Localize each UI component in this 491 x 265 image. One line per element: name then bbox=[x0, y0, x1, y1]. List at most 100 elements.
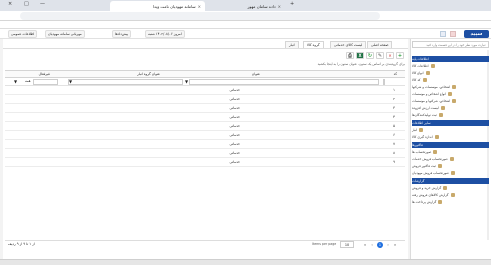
cell-title: خدماتی bbox=[229, 133, 241, 137]
chip-label: اطلاعات عمومی bbox=[11, 32, 35, 36]
table-row[interactable]: ۴ خدماتی bbox=[5, 113, 405, 122]
folder-icon bbox=[452, 99, 457, 103]
browser-tab-active[interactable]: × سامانه مهودیان نامت ویدا bbox=[110, 1, 205, 11]
tab-goods-group[interactable]: گروه کالا bbox=[303, 41, 324, 48]
sidebar-item[interactable]: اشخاص، شرکتها و موسسات bbox=[412, 98, 489, 104]
column-header-code[interactable]: کد bbox=[394, 71, 397, 77]
table-row[interactable]: ۳ خدماتی bbox=[5, 104, 405, 113]
folder-icon bbox=[438, 113, 443, 117]
current-page[interactable]: 1 bbox=[377, 242, 383, 248]
sidebar-item[interactable]: انواع اشخاص و موسسات bbox=[412, 91, 489, 97]
table-row[interactable]: ۸ خدماتی bbox=[5, 149, 405, 158]
last-page-button[interactable]: » bbox=[392, 242, 398, 248]
prev-page-button[interactable]: ‹ bbox=[369, 242, 375, 248]
sidebar-section-other[interactable]: سایر اطلاعات bbox=[412, 120, 489, 126]
sidebar-item[interactable]: ثبت تولیدکنندگان‌ها bbox=[412, 112, 489, 118]
sidebar-item[interactable]: گزارش کالاهای فروش رفته bbox=[412, 192, 489, 198]
prefill-button[interactable]: پیش‌دادها bbox=[112, 30, 132, 38]
filter-group-input[interactable] bbox=[68, 79, 183, 85]
pager-summary: از ۱ تا ۹ از ۹ ردیف bbox=[8, 242, 35, 246]
minimize-button[interactable]: — bbox=[40, 1, 45, 7]
cell-title: خدماتی bbox=[229, 115, 241, 119]
sidebar-item[interactable]: لیست ارزش افزوده bbox=[412, 105, 489, 111]
bookmark-icon[interactable] bbox=[450, 31, 456, 37]
excel-export-button[interactable]: X bbox=[356, 52, 364, 59]
sidebar-section-base[interactable]: اطلاعات پایه bbox=[412, 56, 489, 62]
sidebar-item[interactable]: صورتحساب فروش مهودیان bbox=[412, 170, 489, 176]
close-window-button[interactable]: × bbox=[8, 1, 12, 7]
add-button[interactable]: + bbox=[396, 52, 404, 59]
first-page-button[interactable]: « bbox=[362, 242, 368, 248]
table-row[interactable]: ۱ خدماتی bbox=[5, 86, 405, 95]
close-icon[interactable]: × bbox=[198, 4, 201, 9]
tab-warehouse[interactable]: انبار bbox=[285, 41, 299, 48]
table-row[interactable]: ۵ خدماتی bbox=[5, 122, 405, 131]
table-row[interactable]: ۲ خدماتی bbox=[5, 95, 405, 104]
sidebar-item[interactable]: اندازه گیری کالا bbox=[412, 134, 489, 140]
next-page-button[interactable]: › bbox=[385, 242, 391, 248]
app-logo: سپید bbox=[464, 30, 489, 38]
sidebar-item[interactable]: صورتحساب ها bbox=[412, 149, 489, 155]
sidebar-item[interactable]: کد کالا bbox=[412, 77, 489, 83]
filter-code[interactable] bbox=[383, 79, 385, 85]
cell-title: خدماتی bbox=[229, 88, 241, 92]
filter-inactive-select[interactable] bbox=[33, 79, 58, 85]
print-button[interactable]: ⎙ bbox=[346, 52, 354, 59]
sidebar-search-input[interactable]: عبارت مورد نظر خود را در این قسمت وارد ک… bbox=[412, 41, 489, 48]
folder-icon bbox=[430, 64, 435, 68]
sidebar-section-reports[interactable]: گزارشات bbox=[412, 178, 489, 184]
url-field[interactable] bbox=[20, 12, 380, 20]
table-row[interactable]: ۹ خدماتی bbox=[5, 158, 405, 167]
cell-title: خدماتی bbox=[229, 142, 241, 146]
sidebar-item[interactable]: اشخاص، موسسات و شرکتها bbox=[412, 84, 489, 90]
table-row[interactable]: ۷ خدماتی bbox=[5, 140, 405, 149]
folder-icon bbox=[452, 85, 457, 89]
sidebar-item[interactable]: گزارش خرید و فروش bbox=[412, 185, 489, 191]
menu-icon[interactable] bbox=[440, 31, 446, 37]
folder-icon bbox=[425, 71, 430, 75]
new-tab-button[interactable]: + bbox=[290, 1, 294, 7]
page-size-select[interactable]: 10 bbox=[340, 241, 354, 248]
sidebar-item[interactable]: صورتحساب فروش خدمات bbox=[412, 156, 489, 162]
cell-code: ۹ bbox=[393, 160, 395, 164]
tab-label: داده سامان مهور bbox=[247, 3, 276, 9]
column-header-title[interactable]: عنوان bbox=[252, 71, 260, 77]
delete-button[interactable]: ✕ bbox=[386, 52, 394, 59]
filter-title-input[interactable] bbox=[189, 79, 379, 85]
column-header-inactive[interactable]: غیرفعال bbox=[39, 71, 50, 77]
cell-title: خدماتی bbox=[229, 151, 241, 155]
tab-home[interactable]: صفحه اصلی bbox=[367, 41, 393, 48]
cell-title: خدماتی bbox=[229, 97, 241, 101]
sidebar-item[interactable]: ثبت فاکتور فروش bbox=[412, 163, 489, 169]
sidebar-item[interactable]: گزارش پرداخت ها bbox=[412, 199, 489, 205]
table-row[interactable]: ۶ خدماتی bbox=[5, 131, 405, 140]
folder-icon bbox=[437, 164, 442, 168]
maximize-button[interactable]: □ bbox=[24, 1, 29, 7]
folder-icon bbox=[443, 186, 448, 190]
moadian-button[interactable]: مهربانی سامانه مهودیان bbox=[45, 30, 85, 38]
refresh-button[interactable]: ↻ bbox=[366, 52, 374, 59]
close-icon[interactable]: × bbox=[278, 4, 281, 9]
filter-icon[interactable]: ▼ bbox=[185, 79, 188, 84]
cell-code: ۲ bbox=[393, 97, 395, 101]
folder-icon bbox=[433, 150, 438, 154]
sidebar-item[interactable]: انواع کالا bbox=[412, 70, 489, 76]
sidebar-section-invoices[interactable]: فاکتورها bbox=[412, 142, 489, 148]
cell-code: ۴ bbox=[393, 115, 395, 119]
folder-icon bbox=[448, 92, 453, 96]
browser-tab-inactive[interactable]: × داده سامان مهور bbox=[210, 1, 285, 11]
date-label: امروز ۱۴۰۲/۰۸/۰۶ شنبه bbox=[148, 32, 182, 36]
os-taskbar bbox=[0, 259, 491, 265]
sidebar-item[interactable]: اطلاعات کالا bbox=[412, 63, 489, 69]
general-info-button[interactable]: اطلاعات عمومی bbox=[8, 30, 38, 38]
group-by-hint: برای گروه‌بندی بر اساس یک ستون، عنوان ست… bbox=[317, 62, 405, 66]
grid-filter-row: ▼ ▼ همه ▼ bbox=[5, 78, 405, 86]
column-header-group[interactable]: عنوان گروه انبار bbox=[137, 71, 160, 77]
filter-icon[interactable]: ▼ bbox=[14, 79, 17, 84]
edit-button[interactable]: ✎ bbox=[376, 52, 384, 59]
sidebar-item[interactable]: انبار bbox=[412, 127, 489, 133]
tab-service-goods[interactable]: لیست کالای خدماتی bbox=[330, 41, 367, 48]
cell-title: خدماتی bbox=[229, 124, 241, 128]
filter-icon[interactable]: ▼ bbox=[69, 79, 72, 84]
folder-icon bbox=[434, 135, 439, 139]
